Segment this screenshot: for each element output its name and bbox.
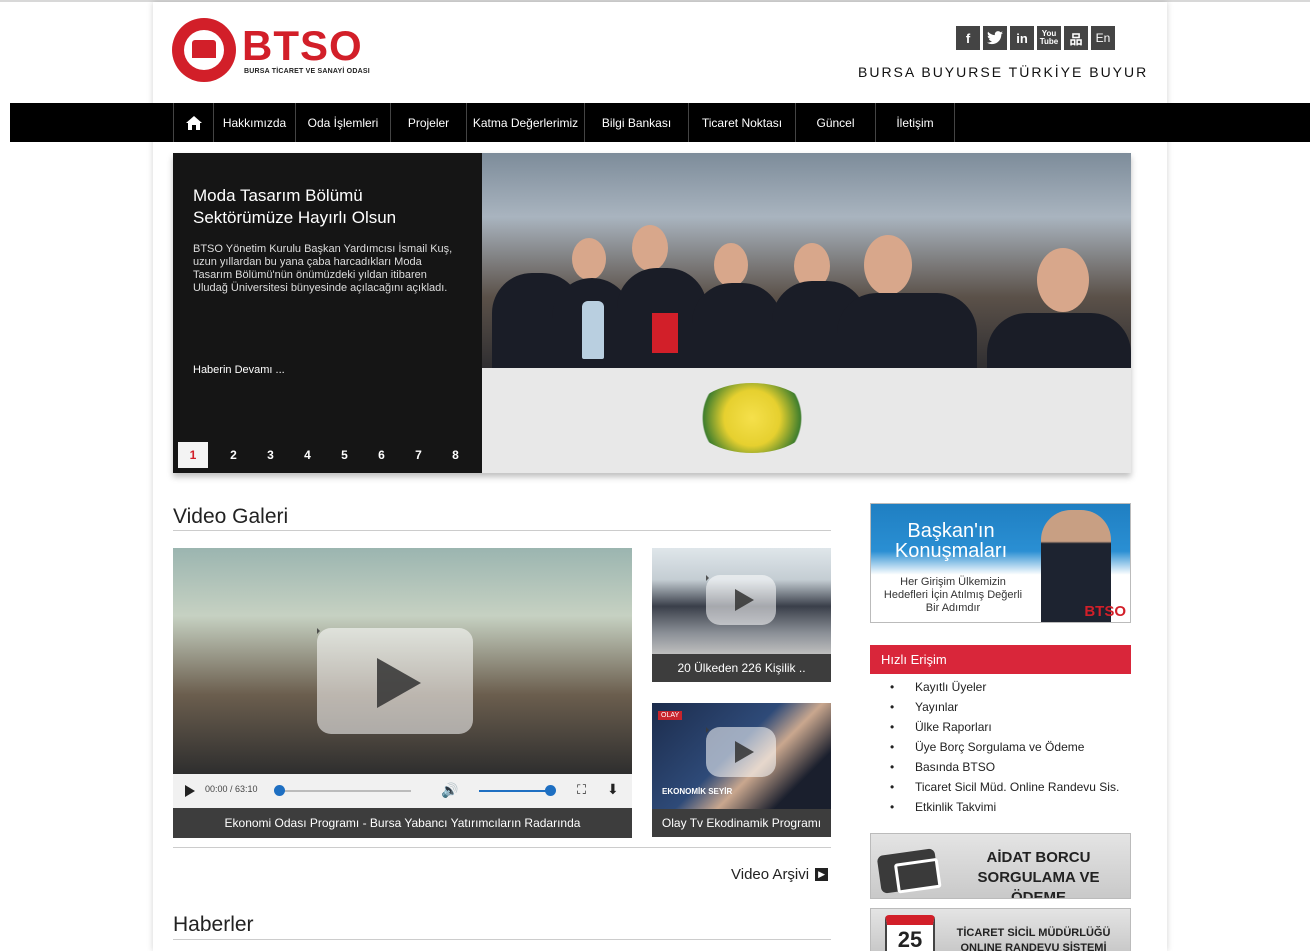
main-nav: Hakkımızda Oda İşlemleri Projeler Katma … <box>173 103 955 142</box>
logo-wordmark: BTSO <box>242 22 363 69</box>
youtube-icon[interactable]: You Tube <box>1037 26 1061 50</box>
photo-bottle <box>582 301 604 359</box>
volume-slider[interactable] <box>479 790 551 792</box>
photo-face <box>714 243 748 287</box>
aidat-line-2: SORGULAMA VE ÖDEME <box>977 869 1100 899</box>
video-archive-link[interactable]: Video Arşivi ▶ <box>731 866 829 883</box>
baskan-subtitle: Her Girişim Ülkemizin Hedefleri İçin Atı… <box>883 576 1023 614</box>
tv-channel-logo: OLAY <box>658 711 683 720</box>
slide-body: BTSO Yönetim Kurulu Başkan Yardımcısı İs… <box>193 243 453 294</box>
sicil-line-2: ONLINE RANDEVU SİSTEMİ <box>960 942 1107 951</box>
aidat-line-1: AİDAT BORCU <box>986 849 1091 866</box>
slide-title[interactable]: Moda Tasarım Bölümü Sektörümüze Hayırlı … <box>193 185 463 229</box>
seek-bar[interactable] <box>279 790 411 792</box>
fullscreen-icon[interactable]: ⛶ <box>577 782 586 798</box>
side-video-2-thumb[interactable]: OLAY EKONOMİK SEYİR <box>652 703 831 809</box>
quick-access-heading: Hızlı Erişim <box>870 645 1131 674</box>
facebook-icon[interactable]: f <box>956 26 980 50</box>
sitemap-icon[interactable]: 品 <box>1064 26 1088 50</box>
photo-flowers <box>692 383 812 453</box>
side-video-2-caption[interactable]: Olay Tv Ekodinamik Programı <box>652 809 831 837</box>
video-time: 00:00 / 63:10 <box>205 784 258 794</box>
quick-link-ulke-raporlari[interactable]: Ülke Raporları <box>890 717 1119 737</box>
slide-photo-meeting[interactable] <box>482 153 1131 473</box>
photo-face <box>1037 248 1089 312</box>
slide-text-panel: Moda Tasarım Bölümü Sektörümüze Hayırlı … <box>173 153 482 473</box>
news-slider: Moda Tasarım Bölümü Sektörümüze Hayırlı … <box>173 153 1131 473</box>
thumb-overlay-text: EKONOMİK SEYİR <box>662 787 733 796</box>
slider-page-3[interactable]: 3 <box>252 442 289 468</box>
ticaret-sicil-banner[interactable]: 25 TİCARET SİCİL MÜDÜRLÜĞÜ ONLINE RANDEV… <box>870 908 1131 951</box>
seek-handle[interactable] <box>274 785 285 796</box>
photo-face <box>632 225 668 271</box>
video-gallery-divider <box>173 530 831 531</box>
nav-katma-degerlerimiz[interactable]: Katma Değerlerimiz <box>466 103 584 142</box>
calendar-icon: 25 <box>885 915 935 951</box>
main-video-frame[interactable] <box>173 548 632 774</box>
quick-link-kayitli-uyeler[interactable]: Kayıtlı Üyeler <box>890 677 1119 697</box>
language-en-button[interactable]: En <box>1091 26 1115 50</box>
slogan: BURSA BUYURSE TÜRKİYE BUYUR <box>858 64 1149 80</box>
baskan-logo-tag: BTSO <box>1084 603 1126 620</box>
linkedin-icon[interactable]: in <box>1010 26 1034 50</box>
logo-subtitle: BURSA TİCARET VE SANAYİ ODASI <box>244 68 370 75</box>
download-icon[interactable]: ⬇ <box>607 781 619 798</box>
quick-link-yayinlar[interactable]: Yayınlar <box>890 697 1119 717</box>
baskan-title: Başkan'ın Konuşmaları <box>894 520 1008 562</box>
photo-face <box>864 235 912 295</box>
play-triangle-icon <box>735 741 754 763</box>
play-icon[interactable] <box>185 785 195 797</box>
video-gallery-bottom-divider <box>173 847 831 848</box>
nav-bilgi-bankasi[interactable]: Bilgi Bankası <box>584 103 688 142</box>
side-video-1-caption[interactable]: 20 Ülkeden 226 Kişilik .. <box>652 654 831 682</box>
nav-guncel[interactable]: Güncel <box>795 103 875 142</box>
arrow-right-icon: ▶ <box>815 868 829 881</box>
twitter-icon[interactable] <box>983 26 1007 50</box>
quick-access-list: Kayıtlı Üyeler Yayınlar Ülke Raporları Ü… <box>890 677 1119 817</box>
volume-handle[interactable] <box>545 785 556 796</box>
nav-projeler[interactable]: Projeler <box>390 103 466 142</box>
video-gallery-heading: Video Galeri <box>173 505 289 528</box>
nav-ticaret-noktasi[interactable]: Ticaret Noktası <box>688 103 795 142</box>
slider-page-8[interactable]: 8 <box>437 442 474 468</box>
video-archive-label: Video Arşivi <box>731 866 810 883</box>
slider-page-6[interactable]: 6 <box>363 442 400 468</box>
baskan-konusmalari-banner[interactable]: Başkan'ın Konuşmaları Her Girişim Ülkemi… <box>870 503 1131 623</box>
quick-link-ticaret-sicil[interactable]: Ticaret Sicil Müd. Online Randevu Sis. <box>890 777 1119 797</box>
nav-oda-islemleri[interactable]: Oda İşlemleri <box>295 103 390 142</box>
main-video-caption[interactable]: Ekonomi Odası Programı - Bursa Yabancı Y… <box>173 808 632 838</box>
slider-page-7[interactable]: 7 <box>400 442 437 468</box>
photo-face <box>572 238 606 280</box>
aidat-borcu-banner[interactable]: AİDAT BORCU SORGULAMA VE ÖDEME <box>870 833 1131 899</box>
quick-link-basinda-btso[interactable]: Basında BTSO <box>890 757 1119 777</box>
slider-page-4[interactable]: 4 <box>289 442 326 468</box>
news-heading: Haberler <box>173 913 254 936</box>
btso-logo[interactable]: BTSO BURSA TİCARET VE SANAYİ ODASI <box>172 18 382 84</box>
gear-logo-icon <box>172 18 236 82</box>
nav-iletisim[interactable]: İletişim <box>875 103 955 142</box>
photo-flag <box>652 313 678 353</box>
slider-page-1[interactable]: 1 <box>178 442 208 468</box>
nav-hakkimizda[interactable]: Hakkımızda <box>213 103 295 142</box>
quick-link-etkinlik-takvimi[interactable]: Etkinlik Takvimi <box>890 797 1119 817</box>
main-video-player: 00:00 / 63:10 🔊 ⛶ ⬇ Ekonomi Odası Progra… <box>173 548 632 838</box>
quick-link-uye-borc[interactable]: Üye Borç Sorgulama ve Ödeme <box>890 737 1119 757</box>
slider-page-2[interactable]: 2 <box>215 442 252 468</box>
slider-pager: 1 2 3 4 5 6 7 8 <box>178 442 474 468</box>
sicil-line-1: TİCARET SİCİL MÜDÜRLÜĞÜ <box>956 927 1111 939</box>
social-links: f in You Tube 品 En <box>956 26 1115 50</box>
side-video-1-thumb[interactable] <box>652 548 831 654</box>
credit-card-icon <box>876 848 940 894</box>
news-divider <box>173 939 831 940</box>
volume-icon[interactable]: 🔊 <box>441 782 458 799</box>
play-triangle-icon <box>377 658 421 708</box>
nav-home[interactable] <box>173 103 213 142</box>
slider-page-5[interactable]: 5 <box>326 442 363 468</box>
play-triangle-icon <box>735 589 754 611</box>
slide-read-more-link[interactable]: Haberin Devamı ... <box>193 364 285 376</box>
home-icon <box>185 115 202 130</box>
video-controls: 00:00 / 63:10 🔊 ⛶ ⬇ <box>173 774 632 808</box>
